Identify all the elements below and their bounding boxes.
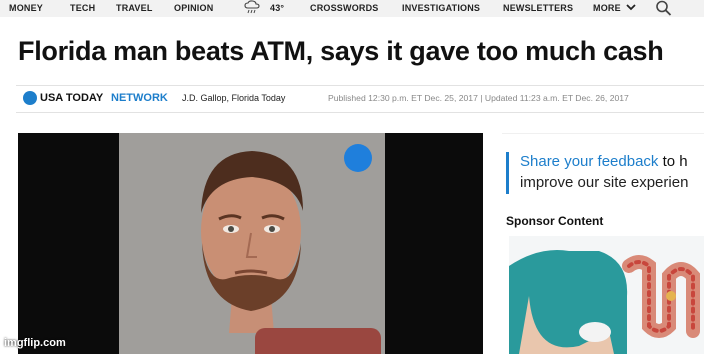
nav-item-money[interactable]: MONEY	[9, 3, 43, 13]
chevron-down-icon[interactable]	[626, 3, 636, 11]
nav-item-more[interactable]: MORE	[593, 3, 621, 13]
feedback-text-line2: improve our site experien	[520, 174, 689, 191]
play-icon[interactable]	[344, 144, 372, 172]
brand-name[interactable]: USA TODAY	[40, 92, 103, 104]
nav-item-opinion[interactable]: OPINION	[174, 3, 213, 13]
nav-item-newsletters[interactable]: NEWSLETTERS	[503, 3, 573, 13]
mugshot-illustration	[119, 133, 385, 354]
byline-bar: USA TODAY NETWORK J.D. Gallop, Florida T…	[16, 85, 704, 113]
feedback-accent-bar	[506, 152, 509, 194]
shirt-collar	[255, 328, 381, 354]
sponsor-ad-image[interactable]	[509, 236, 704, 354]
mugshot-photo	[119, 133, 385, 354]
share-feedback-link[interactable]: Share your feedback	[520, 153, 658, 170]
top-nav: MONEY TECH TRAVEL OPINION 43° CROSSWORDS…	[0, 0, 704, 17]
weather-temp[interactable]: 43°	[270, 3, 284, 13]
feedback-text-rest: to h	[658, 153, 688, 170]
usa-today-logo-icon[interactable]	[23, 91, 37, 105]
sponsor-ad-illustration	[509, 236, 704, 354]
video-player[interactable]	[18, 133, 483, 354]
feedback-text-line1: Share your feedback to h	[520, 153, 688, 170]
imgflip-watermark: imgflip.com	[4, 337, 66, 349]
published-date: Published 12:30 p.m. ET Dec. 25, 2017 | …	[328, 93, 629, 103]
article-headline: Florida man beats ATM, says it gave too …	[18, 36, 664, 66]
nav-item-tech[interactable]: TECH	[70, 3, 95, 13]
nav-item-investigations[interactable]: INVESTIGATIONS	[402, 3, 480, 13]
nav-item-crosswords[interactable]: CROSSWORDS	[310, 3, 379, 13]
nav-item-travel[interactable]: TRAVEL	[116, 3, 153, 13]
cloud-rain-icon[interactable]	[243, 0, 263, 14]
sponsor-content-label: Sponsor Content	[506, 214, 604, 228]
search-icon[interactable]	[655, 0, 673, 16]
author[interactable]: J.D. Gallop, Florida Today	[182, 93, 285, 103]
brand-network[interactable]: NETWORK	[111, 92, 168, 104]
